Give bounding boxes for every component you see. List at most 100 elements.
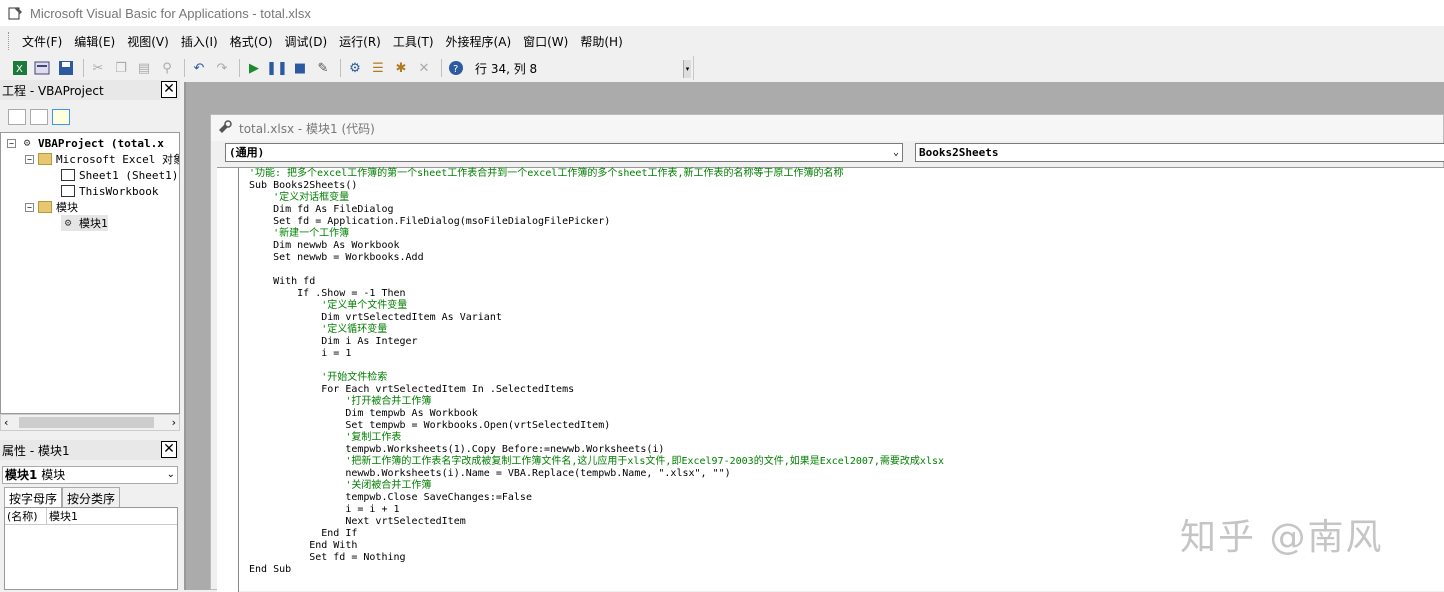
code-line[interactable]: i = 1 <box>249 348 1439 360</box>
cut-icon[interactable]: ✂ <box>88 58 108 78</box>
code-line[interactable]: For Each vrtSelectedItem In .SelectedIte… <box>249 384 1439 396</box>
menu-debug[interactable]: 调试(D) <box>280 30 333 53</box>
paste-icon[interactable]: ▤ <box>134 58 154 78</box>
tree-item-modules[interactable]: − 模块 <box>25 199 78 215</box>
procedure-combo-value: Books2Sheets <box>919 146 999 159</box>
code-comment-line[interactable]: '复制工作表 <box>249 432 1439 444</box>
close-icon[interactable]: ✕ <box>161 81 177 98</box>
collapse-icon[interactable]: − <box>7 138 16 148</box>
insert-userform-icon[interactable] <box>33 58 53 78</box>
tree-item-sheet1[interactable]: Sheet1 (Sheet1) <box>61 167 178 183</box>
code-comment-line[interactable]: '关闭被合并工作簿 <box>249 480 1439 492</box>
code-line[interactable]: Set newwb = Workbooks.Add <box>249 252 1439 264</box>
svg-text:X: X <box>16 64 23 75</box>
code-line[interactable]: Set fd = Application.FileDialog(msoFileD… <box>249 216 1439 228</box>
collapse-icon[interactable]: − <box>25 154 34 164</box>
code-comment-line[interactable]: '定义对话框变量 <box>249 192 1439 204</box>
chevron-down-icon[interactable]: ⌄ <box>167 467 175 483</box>
reset-icon[interactable]: ■ <box>290 58 310 78</box>
view-code-icon[interactable] <box>8 109 26 125</box>
menu-addins[interactable]: 外接程序(A) <box>441 30 517 53</box>
object-name: 模块1 <box>5 468 38 482</box>
code-line[interactable]: With fd <box>249 276 1439 288</box>
code-comment-line[interactable]: '定义循环变量 <box>249 324 1439 336</box>
property-row[interactable]: (名称) 模块1 <box>5 508 177 525</box>
menu-window[interactable]: 窗口(W) <box>518 30 573 53</box>
code-line[interactable]: Sub Books2Sheets() <box>249 180 1439 192</box>
close-icon[interactable]: ✕ <box>161 441 177 458</box>
toolbar-options-chevron-icon[interactable]: ▾ <box>683 60 691 78</box>
menu-tools[interactable]: 工具(T) <box>388 30 439 53</box>
code-margin[interactable] <box>217 168 239 592</box>
menu-edit[interactable]: 编辑(E) <box>69 30 120 53</box>
toggle-folders-icon[interactable] <box>52 109 70 125</box>
code-line[interactable]: End Sub <box>249 564 1439 576</box>
project-explorer-toolbar <box>0 104 180 130</box>
tree-horizontal-scrollbar[interactable]: ‹ › <box>0 414 180 431</box>
code-comment-line[interactable]: '新建一个工作簿 <box>249 228 1439 240</box>
code-comment-line[interactable]: '开始文件检索 <box>249 372 1439 384</box>
help-icon[interactable]: ? <box>446 58 466 78</box>
code-line[interactable]: Dim tempwb As Workbook <box>249 408 1439 420</box>
tab-alphabetic[interactable]: 按字母序 <box>4 487 63 509</box>
code-line[interactable] <box>249 264 1439 276</box>
vba-app-icon[interactable] <box>8 5 24 21</box>
menu-insert[interactable]: 插入(I) <box>176 30 223 53</box>
menu-help[interactable]: 帮助(H) <box>575 30 627 53</box>
properties-tabs: 按字母序 按分类序 <box>4 487 121 509</box>
code-line[interactable]: Dim newwb As Workbook <box>249 240 1439 252</box>
code-comment-line[interactable]: '把新工作簿的工作表名字改成被复制工作簿文件名,这儿应用于xls文件,即Exce… <box>249 456 1439 468</box>
chevron-down-icon[interactable]: ⌄ <box>893 144 899 161</box>
properties-window-icon[interactable]: ☰ <box>368 58 388 78</box>
menu-view[interactable]: 视图(V) <box>122 30 174 53</box>
code-line[interactable]: Dim i As Integer <box>249 336 1439 348</box>
tree-item-vbaproject[interactable]: − ⚙ VBAProject (total.x <box>7 135 164 151</box>
code-comment-line[interactable]: '定义单个文件变量 <box>249 300 1439 312</box>
tree-item-excel-objects[interactable]: − Microsoft Excel 对象 <box>25 151 179 167</box>
save-icon[interactable] <box>56 58 76 78</box>
object-select[interactable]: 模块1 模块 ⌄ <box>2 466 178 484</box>
run-icon[interactable]: ▶ <box>244 58 264 78</box>
menu-format[interactable]: 格式(O) <box>225 30 278 53</box>
menu-grip[interactable] <box>8 32 11 50</box>
property-value[interactable]: 模块1 <box>47 508 78 524</box>
menu-run[interactable]: 运行(R) <box>334 30 386 53</box>
code-line[interactable]: Set tempwb = Workbooks.Open(vrtSelectedI… <box>249 420 1439 432</box>
code-line[interactable]: If .Show = -1 Then <box>249 288 1439 300</box>
properties-grid: (名称) 模块1 <box>4 507 178 590</box>
collapse-icon[interactable]: − <box>25 202 34 212</box>
object-combo-value: (通用) <box>229 146 265 159</box>
excel-view-icon[interactable]: X <box>10 58 30 78</box>
scrollbar-thumb[interactable] <box>19 417 154 428</box>
code-line[interactable]: tempwb.Close SaveChanges:=False <box>249 492 1439 504</box>
code-line[interactable]: Dim fd As FileDialog <box>249 204 1439 216</box>
scroll-left-icon[interactable]: ‹ <box>4 416 8 429</box>
toolbox-icon[interactable]: ✕ <box>414 58 434 78</box>
find-icon[interactable]: ⚲ <box>157 58 177 78</box>
code-line[interactable]: newwb.Worksheets(i).Name = VBA.Replace(t… <box>249 468 1439 480</box>
code-line[interactable]: Dim vrtSelectedItem As Variant <box>249 312 1439 324</box>
undo-icon[interactable]: ↶ <box>189 58 209 78</box>
project-explorer-icon[interactable]: ⚙ <box>345 58 365 78</box>
code-line[interactable]: tempwb.Worksheets(1).Copy Before:=newwb.… <box>249 444 1439 456</box>
object-browser-icon[interactable]: ✱ <box>391 58 411 78</box>
code-window-titlebar[interactable]: total.xlsx - 模块1 (代码) <box>211 115 1443 141</box>
tree-item-thisworkbook[interactable]: ThisWorkbook <box>61 183 158 199</box>
tab-categorized[interactable]: 按分类序 <box>62 487 121 509</box>
workbook-icon <box>61 185 75 197</box>
code-line[interactable] <box>249 360 1439 372</box>
tree-item-label: ThisWorkbook <box>79 184 159 198</box>
view-object-icon[interactable] <box>30 109 48 125</box>
break-icon[interactable]: ❚❚ <box>266 58 288 78</box>
code-comment-line[interactable]: '打开被合并工作簿 <box>249 396 1439 408</box>
object-combo[interactable]: (通用) ⌄ <box>225 143 903 162</box>
procedure-combo[interactable]: Books2Sheets <box>915 143 1444 162</box>
menu-file[interactable]: 文件(F) <box>17 30 67 53</box>
copy-icon[interactable]: ❐ <box>111 58 131 78</box>
vba-project-icon: ⚙ <box>23 136 31 149</box>
code-comment-line[interactable]: '功能: 把多个excel工作簿的第一个sheet工作表合并到一个excel工作… <box>249 168 1439 180</box>
design-mode-icon[interactable]: ✎ <box>313 58 333 78</box>
scroll-right-icon[interactable]: › <box>172 416 176 429</box>
tree-item-module1[interactable]: ⚙ 模块1 <box>61 215 108 231</box>
redo-icon[interactable]: ↷ <box>212 58 232 78</box>
